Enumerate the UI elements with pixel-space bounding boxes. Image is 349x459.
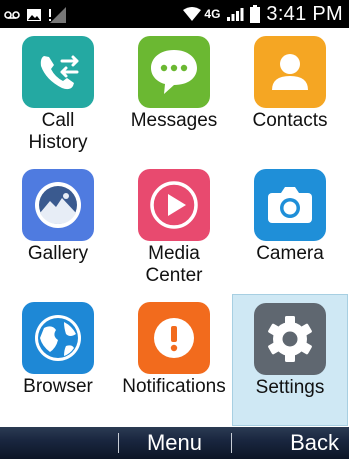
browser-icon [22,302,94,374]
back-softkey[interactable]: Back [290,430,339,456]
no-sim-signal-icon [49,7,66,23]
status-bar: 4G 3:41 PM [0,0,349,28]
app-label: Settings [255,377,325,398]
settings-icon [254,303,326,375]
battery-icon [250,5,261,23]
gallery-icon [22,169,94,241]
call-history-icon [22,36,94,108]
media-center-icon [138,169,210,241]
contacts-icon [254,36,326,108]
app-label: Notifications [122,376,226,397]
signal-icon [227,8,244,21]
app-call-history[interactable]: Call History [0,28,116,160]
camera-icon [254,169,326,241]
app-label: Messages [130,110,218,131]
app-grid: Call History Messages Contacts Gallery M… [0,28,349,427]
app-browser[interactable]: Browser [0,294,116,426]
voicemail-icon [4,11,20,19]
app-label: Gallery [27,243,89,264]
image-notification-icon [27,9,41,21]
notifications-icon [138,302,210,374]
app-camera[interactable]: Camera [232,161,348,293]
app-messages[interactable]: Messages [116,28,232,160]
app-notifications[interactable]: Notifications [116,294,232,426]
status-right: 4G 3:41 PM [182,0,343,28]
messages-icon [138,36,210,108]
softkey-bar: Menu Back [0,427,349,459]
app-label: Call History [28,110,88,153]
app-contacts[interactable]: Contacts [232,28,348,160]
status-left [4,6,68,24]
app-gallery[interactable]: Gallery [0,161,116,293]
network-type: 4G [204,7,221,21]
app-label: Contacts [252,110,328,131]
app-label: Camera [256,243,324,264]
app-media-center[interactable]: Media Center [116,161,232,293]
app-label: Browser [23,376,93,397]
app-settings[interactable]: Settings [232,294,348,426]
softkey-divider-right [231,433,232,453]
app-label: Media Center [145,243,203,286]
wifi-icon [183,7,202,21]
clock: 3:41 PM [266,2,343,25]
